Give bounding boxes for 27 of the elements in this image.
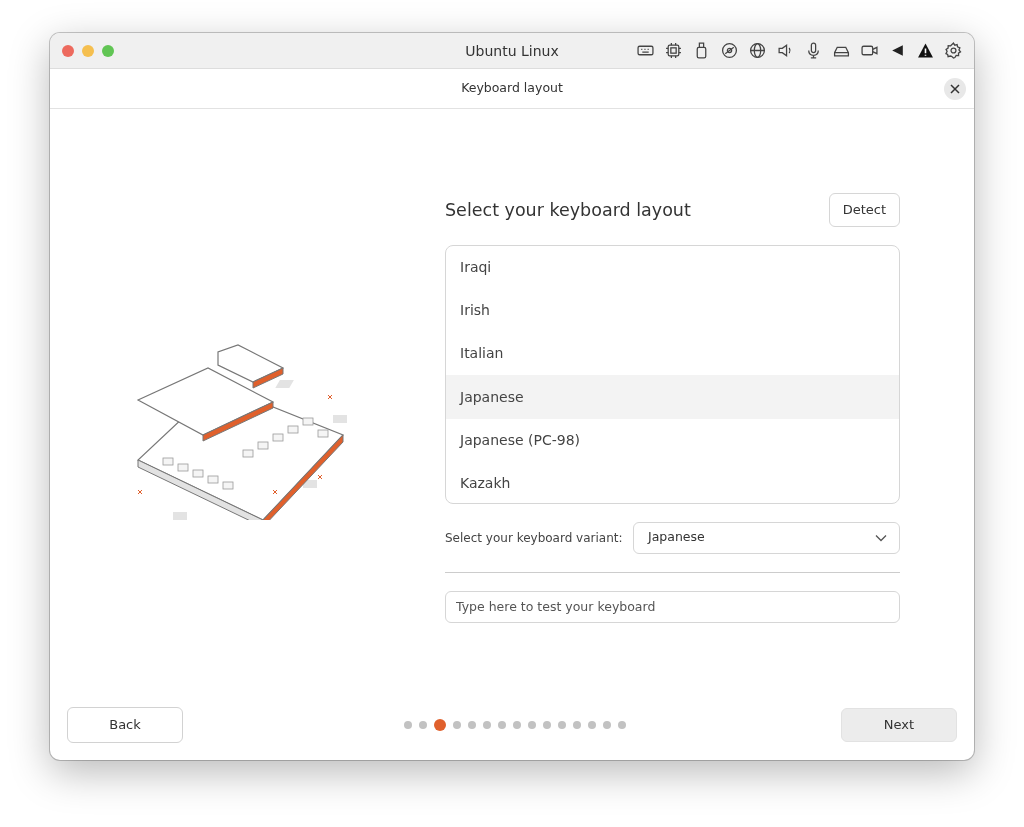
detect-button[interactable]: Detect — [828, 193, 900, 227]
layout-list-item[interactable]: Italian — [446, 332, 899, 376]
disc-icon[interactable] — [721, 42, 738, 59]
microphone-icon[interactable] — [805, 42, 822, 59]
layout-list-item[interactable]: Iraqi — [446, 245, 899, 289]
close-button[interactable] — [944, 78, 966, 100]
chip-icon[interactable] — [665, 42, 682, 59]
layout-list-item[interactable]: Japanese (PC-98) — [446, 418, 899, 462]
next-button[interactable]: Next — [841, 708, 957, 742]
variant-dropdown[interactable]: Japanese — [633, 521, 900, 554]
close-window-control[interactable] — [62, 44, 74, 57]
window-title: Ubuntu Linux — [465, 43, 559, 59]
back-button[interactable]: Back — [67, 707, 183, 743]
chevron-down-icon — [875, 533, 887, 542]
speaker-icon[interactable] — [777, 42, 794, 59]
settings-icon[interactable] — [945, 42, 962, 59]
globe-icon[interactable] — [749, 42, 766, 59]
warning-icon[interactable] — [917, 42, 934, 59]
layout-list-item[interactable]: Kazakh — [446, 462, 899, 503]
layout-list-item[interactable]: Japanese — [446, 375, 899, 419]
page-heading: Select your keyboard layout — [445, 198, 691, 222]
triangle-left-icon[interactable] — [889, 42, 906, 59]
layout-list-item[interactable]: Irish — [446, 288, 899, 333]
variant-label: Select your keyboard variant: — [445, 529, 623, 547]
keyboard-test-field[interactable]: Type here to test your keyboard — [445, 590, 900, 623]
close-icon — [950, 84, 960, 94]
dialog-title: Keyboard layout — [461, 79, 563, 98]
